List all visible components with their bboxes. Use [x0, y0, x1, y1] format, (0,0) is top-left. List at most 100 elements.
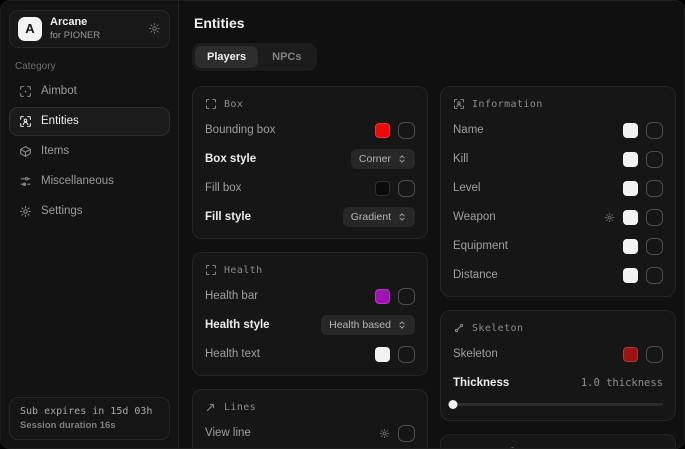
fill-style-row: Fill style Gradient	[205, 207, 415, 227]
brand-title: Arcane	[50, 16, 100, 30]
information-card: Information Name Kill	[440, 86, 676, 297]
slider-track	[453, 403, 663, 406]
left-column: Box Bounding box Box style Corner	[192, 86, 428, 449]
health-card-header: Health	[205, 264, 415, 276]
gear-icon[interactable]	[148, 22, 161, 35]
row-label: Weapon	[453, 211, 496, 223]
sidebar: A Arcane for PIONER Category Aimbot Enti…	[1, 1, 179, 448]
card-title: Lines	[224, 402, 256, 413]
slider-thumb[interactable]	[449, 400, 458, 409]
brand-text: Arcane for PIONER	[50, 16, 100, 42]
card-title: Health	[224, 265, 263, 276]
health-text-color-swatch[interactable]	[375, 347, 390, 362]
row-label: Box style	[205, 153, 256, 165]
sidebar-item-label: Items	[41, 145, 69, 157]
select-value: Gradient	[351, 211, 391, 223]
bounding-box-color-swatch[interactable]	[375, 123, 390, 138]
card-title: Box	[224, 99, 243, 110]
page-title: Entities	[194, 15, 674, 31]
row-label: Kill	[453, 153, 468, 165]
weapon-checkbox[interactable]	[646, 209, 663, 226]
card-columns: Box Bounding box Box style Corner	[192, 86, 676, 449]
scan-brackets-icon	[205, 264, 217, 276]
health-bar-checkbox[interactable]	[398, 288, 415, 305]
equipment-checkbox[interactable]	[646, 238, 663, 255]
row-label: Fill style	[205, 211, 251, 223]
gear-icon[interactable]	[604, 212, 615, 223]
view-line-row: View line	[205, 423, 415, 443]
equipment-row: Equipment	[453, 236, 663, 256]
row-label: Skeleton	[453, 348, 498, 360]
information-card-header: Information	[453, 98, 663, 110]
sidebar-item-label: Settings	[41, 205, 83, 217]
card-title: Skeleton	[472, 323, 523, 334]
row-label: Equipment	[453, 240, 508, 252]
fill-box-checkbox[interactable]	[398, 180, 415, 197]
brand-subtitle: for PIONER	[50, 30, 100, 42]
kill-checkbox[interactable]	[646, 151, 663, 168]
bounding-box-row: Bounding box	[205, 120, 415, 140]
row-label: Level	[453, 182, 481, 194]
health-text-row: Health text	[205, 344, 415, 364]
sidebar-item-miscellaneous[interactable]: Miscellaneous	[9, 167, 170, 196]
level-row: Level	[453, 178, 663, 198]
health-bar-color-swatch[interactable]	[375, 289, 390, 304]
health-style-select[interactable]: Health based	[321, 315, 415, 335]
brand-card: A Arcane for PIONER	[9, 10, 170, 48]
fill-style-select[interactable]: Gradient	[343, 207, 415, 227]
bounding-box-checkbox[interactable]	[398, 122, 415, 139]
card-title: Information	[472, 99, 543, 110]
skeleton-checkbox[interactable]	[646, 346, 663, 363]
box-style-select[interactable]: Corner	[351, 149, 415, 169]
box-card-header: Box	[205, 98, 415, 110]
health-text-checkbox[interactable]	[398, 346, 415, 363]
sidebar-item-label: Entities	[41, 115, 79, 127]
weapon-color-swatch[interactable]	[623, 210, 638, 225]
sidebar-item-label: Aimbot	[41, 85, 77, 97]
row-label: Distance	[453, 269, 498, 281]
scan-brackets-icon	[205, 98, 217, 110]
name-checkbox[interactable]	[646, 122, 663, 139]
row-label: View line	[205, 427, 251, 439]
sidebar-item-items[interactable]: Items	[9, 137, 170, 166]
sidebar-item-aimbot[interactable]: Aimbot	[9, 77, 170, 106]
main-panel: Entities Players NPCs Box Bounding box	[179, 1, 684, 448]
session-duration-text: Session duration 16s	[20, 420, 159, 431]
arcane-window: A Arcane for PIONER Category Aimbot Enti…	[0, 0, 685, 449]
row-label: Bounding box	[205, 124, 275, 136]
row-label: Health style	[205, 319, 270, 331]
entity-scan-icon	[19, 115, 32, 128]
thickness-value: 1.0 thickness	[581, 377, 663, 389]
sidebar-item-entities[interactable]: Entities	[9, 107, 170, 136]
fill-box-color-swatch[interactable]	[375, 181, 390, 196]
level-checkbox[interactable]	[646, 180, 663, 197]
skeleton-card-header: Skeleton	[453, 322, 663, 334]
distance-row: Distance	[453, 265, 663, 285]
health-bar-row: Health bar	[205, 286, 415, 306]
gear-icon	[19, 205, 32, 218]
row-label: Name	[453, 124, 484, 136]
equipment-color-swatch[interactable]	[623, 239, 638, 254]
view-line-checkbox[interactable]	[398, 425, 415, 442]
tab-group: Players NPCs	[192, 43, 317, 71]
chevrons-up-down-icon	[397, 320, 407, 330]
general-card: General Visibility check Max distance 50…	[440, 434, 676, 449]
distance-color-swatch[interactable]	[623, 268, 638, 283]
box-style-row: Box style Corner	[205, 149, 415, 169]
level-color-swatch[interactable]	[623, 181, 638, 196]
gear-icon[interactable]	[379, 428, 390, 439]
skeleton-row: Skeleton	[453, 344, 663, 364]
name-color-swatch[interactable]	[623, 123, 638, 138]
name-row: Name	[453, 120, 663, 140]
kill-row: Kill	[453, 149, 663, 169]
distance-checkbox[interactable]	[646, 267, 663, 284]
thickness-slider[interactable]	[453, 399, 663, 409]
health-style-row: Health style Health based	[205, 315, 415, 335]
lines-card: Lines View line Line to enemy	[192, 389, 428, 449]
tab-players[interactable]: Players	[195, 46, 258, 68]
select-value: Corner	[359, 153, 391, 165]
sidebar-item-settings[interactable]: Settings	[9, 197, 170, 226]
tab-npcs[interactable]: NPCs	[260, 46, 313, 68]
skeleton-color-swatch[interactable]	[623, 347, 638, 362]
kill-color-swatch[interactable]	[623, 152, 638, 167]
